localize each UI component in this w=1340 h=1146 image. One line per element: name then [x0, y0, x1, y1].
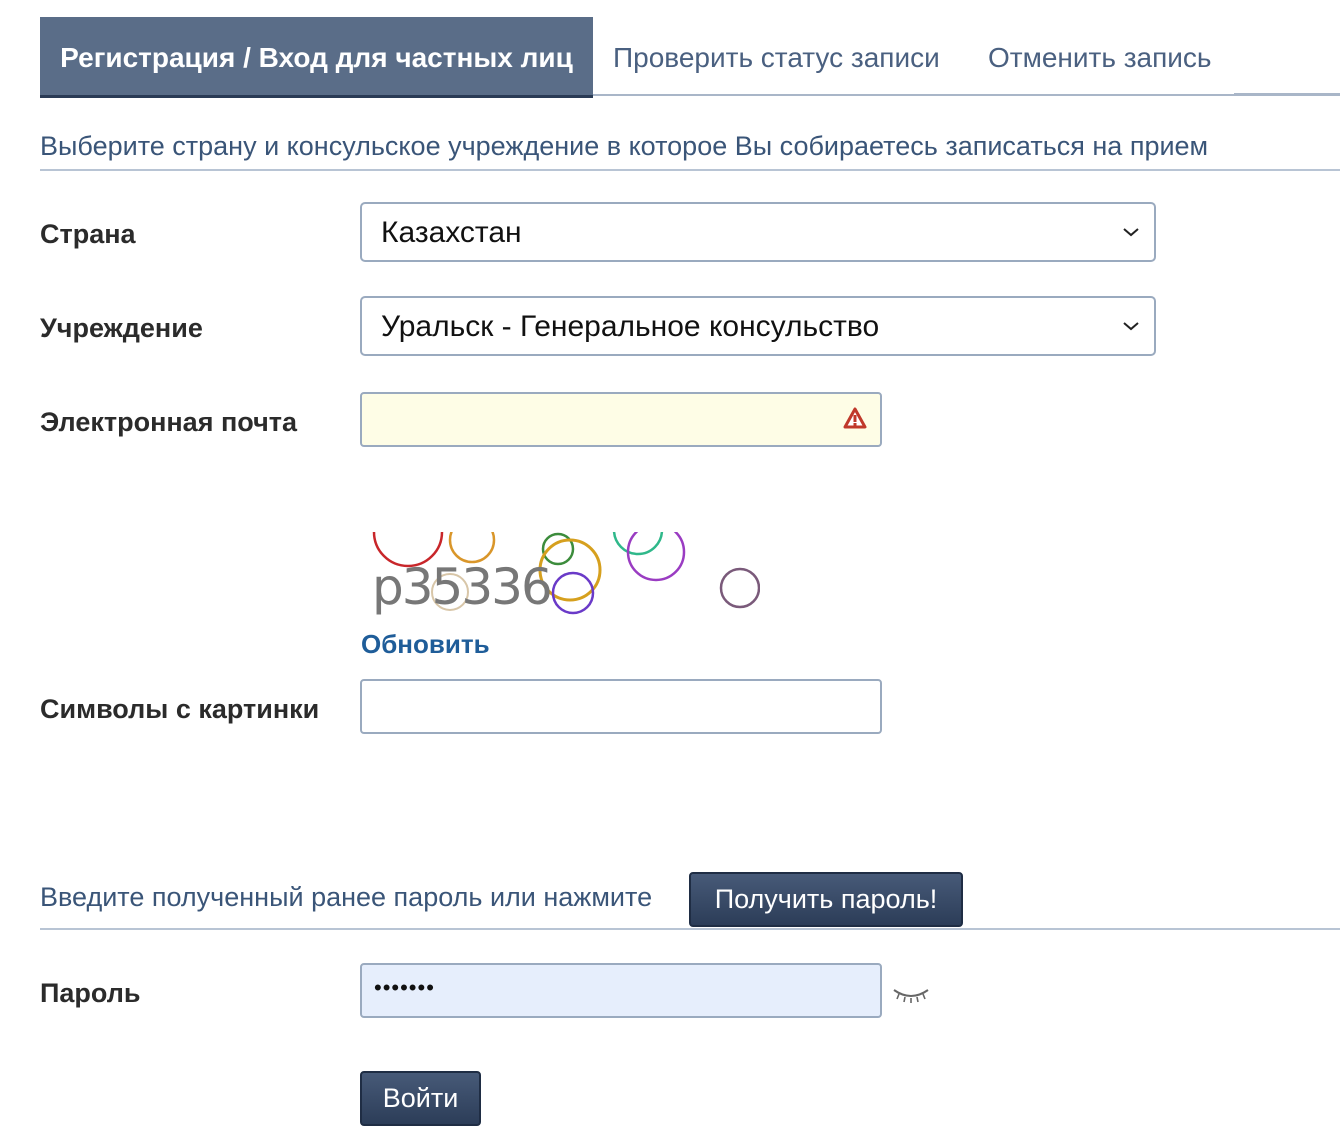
institution-select[interactable]: Уральск - Генеральное консульство	[360, 296, 1156, 356]
captcha-text: p35336	[372, 558, 551, 616]
refresh-captcha-link[interactable]: Обновить	[361, 629, 490, 660]
get-password-button[interactable]: Получить пароль!	[689, 872, 963, 927]
section-divider	[40, 169, 1340, 171]
eye-closed-icon[interactable]	[891, 982, 931, 1004]
warning-icon	[843, 407, 867, 429]
tab-underline-end	[1234, 93, 1340, 96]
country-select-value: Казахстан	[381, 216, 522, 249]
section-title-password: Введите полученный ранее пароль или нажм…	[40, 882, 653, 912]
captcha-noise: p35336	[372, 532, 760, 616]
section-title-select-consulate: Выберите страну и консульское учреждение…	[40, 131, 1209, 161]
tab-registration-login[interactable]: Регистрация / Вход для частных лиц	[40, 17, 593, 98]
institution-select-value: Уральск - Генеральное консульство	[381, 310, 880, 343]
password-field[interactable]: •••••••	[360, 963, 882, 1018]
password-label: Пароль	[40, 978, 141, 1008]
email-label: Электронная почта	[40, 407, 298, 437]
captcha-label: Символы с картинки	[40, 694, 320, 724]
password-value: •••••••	[374, 975, 435, 1000]
captcha-image: p35336	[360, 532, 760, 624]
country-label: Страна	[40, 219, 136, 249]
country-select[interactable]: Казахстан	[360, 202, 1156, 262]
email-field[interactable]	[360, 392, 882, 447]
chevron-down-icon	[1123, 228, 1139, 237]
chevron-down-icon	[1123, 322, 1139, 331]
login-button[interactable]: Войти	[360, 1071, 481, 1126]
tab-bar: Регистрация / Вход для частных лиц Прове…	[40, 17, 1340, 98]
tab-underline	[593, 94, 1340, 96]
tab-check-status[interactable]: Проверить статус записи	[613, 17, 940, 95]
institution-label: Учреждение	[40, 313, 203, 343]
section-divider	[40, 928, 1340, 930]
captcha-input[interactable]	[360, 679, 882, 734]
tab-cancel-appointment[interactable]: Отменить запись	[988, 17, 1212, 95]
